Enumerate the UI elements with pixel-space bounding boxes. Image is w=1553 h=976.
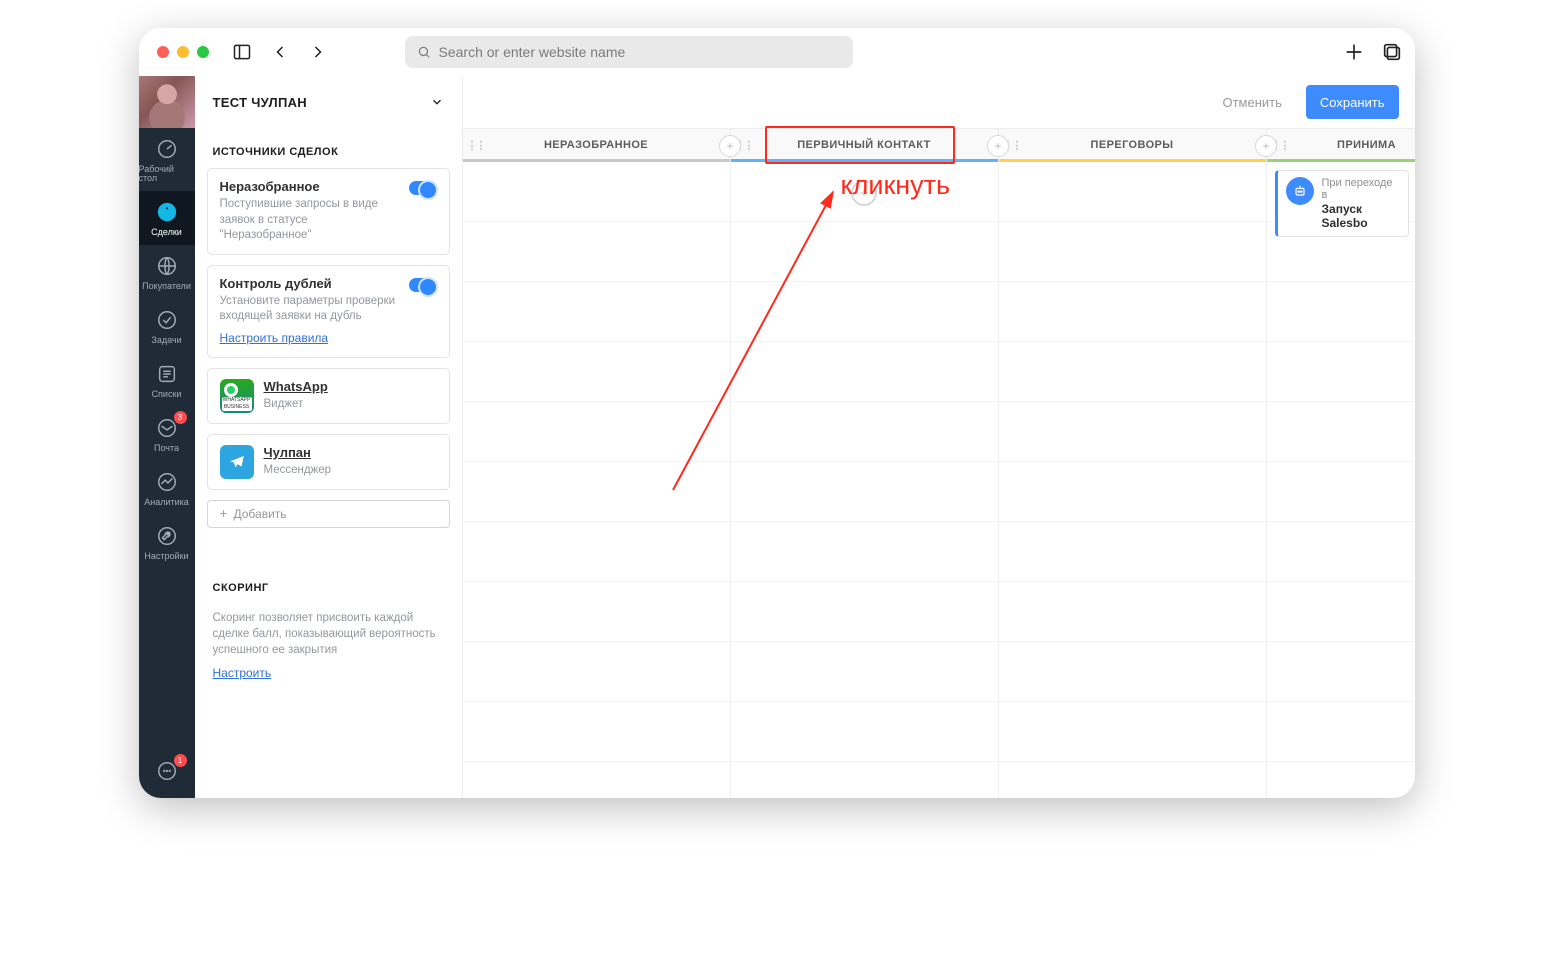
card-title: Неразобранное [220, 179, 401, 194]
robot-icon [1286, 177, 1314, 205]
maximize-window-icon[interactable] [197, 46, 209, 58]
nav-label: Аналитика [144, 498, 189, 507]
source-title: Чулпан [264, 445, 332, 460]
source-whatsapp[interactable]: WHATSAPP BUSINESS WhatsApp Виджет [207, 368, 450, 424]
lane-decision: При переходе в Запуск Salesbo [1267, 162, 1415, 798]
tabs-overview-icon[interactable] [1377, 37, 1407, 67]
card-unsorted: Неразобранное Поступившие запросы в виде… [207, 168, 450, 255]
column-decision[interactable]: ⋮⋮ ПРИНИМА [1267, 129, 1415, 161]
column-primary-contact[interactable]: ⋮⋮ ПЕРВИЧНЫЙ КОНТАКТ [731, 129, 999, 161]
nav-label: Покупатели [142, 282, 191, 291]
whatsapp-icon: WHATSAPP BUSINESS [220, 379, 254, 413]
add-column-icon[interactable] [1255, 135, 1277, 157]
address-placeholder: Search or enter website name [439, 44, 626, 60]
pipeline-selector[interactable]: ТЕСТ ЧУЛПАН [195, 76, 462, 128]
nav-tasks[interactable]: Задачи [139, 299, 195, 353]
automation-card[interactable]: При переходе в Запуск Salesbo [1275, 170, 1409, 237]
add-card-button[interactable] [851, 180, 877, 206]
card-line1: При переходе в [1322, 177, 1400, 201]
lane-unsorted [463, 162, 731, 798]
chat-badge: 1 [174, 754, 187, 767]
card-line2: Запуск Salesbo [1322, 202, 1400, 230]
minimize-window-icon[interactable] [177, 46, 189, 58]
card-desc: Установите параметры проверки входящей з… [220, 294, 401, 325]
pipeline-title: ТЕСТ ЧУЛПАН [213, 95, 308, 110]
browser-toolbar: Search or enter website name [139, 28, 1415, 76]
column-negotiations[interactable]: ⋮⋮ ПЕРЕГОВОРЫ [999, 129, 1267, 161]
search-icon [417, 45, 431, 59]
gauge-icon [154, 136, 180, 162]
nav-buyers[interactable]: Покупатели [139, 245, 195, 299]
column-title: НЕРАЗОБРАННОЕ [544, 139, 648, 151]
nav-label: Настройки [144, 552, 188, 561]
nav-label: Почта [154, 444, 179, 453]
plus-icon [218, 508, 229, 519]
left-nav: Рабочий стол Сделки Покупатели Задачи Сп… [139, 76, 195, 798]
scoring-desc: Скоринг позволяет присвоить каждой сделк… [213, 610, 444, 658]
add-column-icon[interactable] [719, 135, 741, 157]
add-label: Добавить [234, 507, 287, 521]
address-bar[interactable]: Search or enter website name [405, 36, 853, 68]
scoring-block: Скоринг позволяет присвоить каждой сделк… [195, 604, 462, 682]
lane-negotiations [999, 162, 1267, 798]
top-actions: Отменить Сохранить [463, 76, 1415, 128]
list-icon [154, 361, 180, 387]
board-columns-header: ⋮⋮ НЕРАЗОБРАННОЕ ⋮⋮ ПЕРВИЧНЫЙ КОНТАКТ ⋮⋮… [463, 128, 1415, 162]
traffic-lights [147, 46, 219, 58]
avatar[interactable] [139, 76, 195, 128]
column-title: ПРИНИМА [1287, 139, 1396, 151]
drag-handle-icon[interactable]: ⋮⋮ [467, 139, 485, 152]
source-sub: Мессенджер [264, 463, 332, 479]
card-duplicates: Контроль дублей Установите параметры про… [207, 265, 450, 358]
card-title: Контроль дублей [220, 276, 401, 291]
new-tab-icon[interactable] [1339, 37, 1369, 67]
duplicates-toggle[interactable] [409, 278, 437, 292]
analytics-icon [154, 469, 180, 495]
globe-icon [154, 253, 180, 279]
nav-analytics[interactable]: Аналитика [139, 461, 195, 515]
cancel-button[interactable]: Отменить [1208, 85, 1295, 119]
pipeline-settings-panel: ТЕСТ ЧУЛПАН ИСТОЧНИКИ СДЕЛОК Неразобранн… [195, 76, 463, 798]
column-unsorted[interactable]: ⋮⋮ НЕРАЗОБРАННОЕ [463, 129, 731, 161]
deals-icon [154, 199, 180, 225]
card-desc: Поступившие запросы в виде заявок в стат… [220, 197, 401, 244]
sources-section-label: ИСТОЧНИКИ СДЕЛОК [195, 128, 462, 168]
add-source-button[interactable]: Добавить [207, 500, 450, 528]
wrench-icon [154, 523, 180, 549]
column-title: ПЕРЕГОВОРЫ [1091, 139, 1174, 151]
nav-label: Сделки [151, 228, 182, 237]
nav-deals[interactable]: Сделки [139, 191, 195, 245]
sidebar-toggle-icon[interactable] [227, 37, 257, 67]
source-title: WhatsApp [264, 379, 328, 394]
nav-label: Рабочий стол [139, 165, 195, 183]
nav-mail[interactable]: 3 Почта [139, 407, 195, 461]
add-column-icon[interactable] [987, 135, 1009, 157]
checkmark-circle-icon [154, 307, 180, 333]
column-title: ПЕРВИЧНЫЙ КОНТАКТ [797, 139, 931, 151]
browser-window: Search or enter website name Рабочий сто… [139, 28, 1415, 798]
lane-primary-contact [731, 162, 999, 798]
unsorted-toggle[interactable] [409, 181, 437, 195]
nav-settings[interactable]: Настройки [139, 515, 195, 569]
close-window-icon[interactable] [157, 46, 169, 58]
nav-desktop[interactable]: Рабочий стол [139, 128, 195, 191]
chevron-down-icon [430, 95, 444, 109]
source-telegram[interactable]: Чулпан Мессенджер [207, 434, 450, 490]
source-sub: Виджет [264, 397, 328, 413]
board-main: Отменить Сохранить ⋮⋮ НЕРАЗОБРАННОЕ ⋮⋮ П… [463, 76, 1415, 798]
save-button[interactable]: Сохранить [1306, 85, 1399, 119]
nav-label: Списки [152, 390, 182, 399]
board-body: При переходе в Запуск Salesbo кликнуть [463, 162, 1415, 798]
nav-label: Задачи [151, 336, 181, 345]
app-root: Рабочий стол Сделки Покупатели Задачи Сп… [139, 76, 1415, 798]
scoring-section-label: СКОРИНГ [195, 564, 462, 604]
mail-badge: 3 [174, 411, 187, 424]
back-icon[interactable] [265, 37, 295, 67]
scoring-configure-link[interactable]: Настроить [213, 666, 272, 680]
nav-lists[interactable]: Списки [139, 353, 195, 407]
duplicates-configure-link[interactable]: Настроить правила [220, 331, 329, 345]
telegram-icon [220, 445, 254, 479]
nav-chat[interactable]: 1 [139, 750, 195, 798]
forward-icon[interactable] [303, 37, 333, 67]
